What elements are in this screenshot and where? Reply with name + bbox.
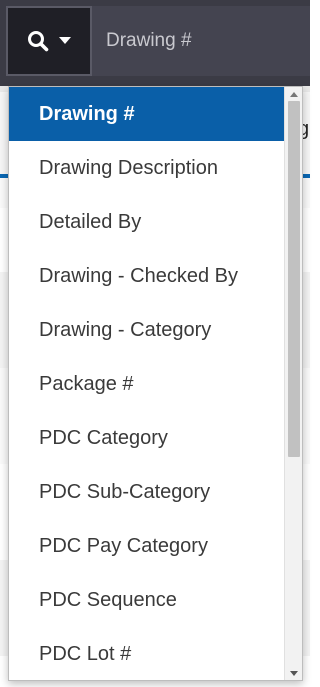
dropdown-item[interactable]: Package # [9, 357, 285, 411]
dropdown-item[interactable]: Drawing # [9, 87, 285, 141]
dropdown-scrollbar[interactable] [284, 87, 302, 680]
caret-down-icon [59, 37, 71, 45]
dropdown-list: Drawing # Drawing Description Detailed By D… [9, 87, 285, 680]
dropdown-item[interactable]: Drawing - Checked By [9, 249, 285, 303]
dropdown-item[interactable]: Drawing Description [9, 141, 285, 195]
dropdown-item[interactable]: PDC Pay Category [9, 519, 285, 573]
search-icon [27, 30, 49, 52]
dropdown-item[interactable]: PDC Sequence [9, 573, 285, 627]
scroll-down-arrow-icon[interactable] [285, 666, 302, 680]
dropdown-item[interactable]: PDC Sub-Category [9, 465, 285, 519]
search-bar [0, 0, 310, 86]
dropdown-item[interactable]: Detailed By [9, 195, 285, 249]
dropdown-item[interactable]: PDC Category [9, 411, 285, 465]
search-input[interactable] [92, 6, 310, 76]
search-field-selector-button[interactable] [6, 6, 92, 76]
dropdown-item[interactable]: Drawing - Category [9, 303, 285, 357]
dropdown-item[interactable]: PDC Lot # [9, 627, 285, 680]
scroll-up-arrow-icon[interactable] [285, 87, 302, 101]
search-field-dropdown: Drawing # Drawing Description Detailed By D… [8, 86, 303, 681]
scrollbar-thumb[interactable] [288, 101, 300, 457]
